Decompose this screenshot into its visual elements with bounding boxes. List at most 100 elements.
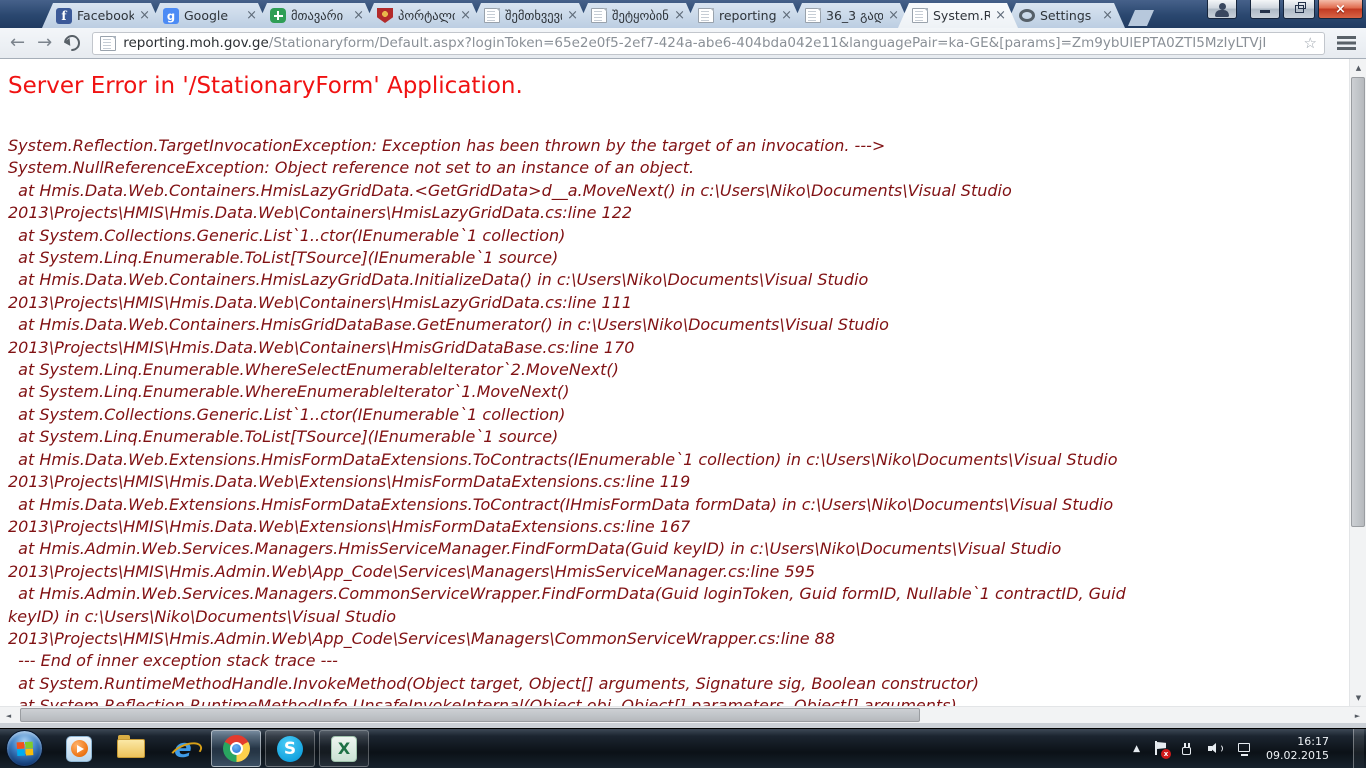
browser-window: f Facebook × g Google × მთავარი × პორტალ… (0, 0, 1366, 768)
close-button[interactable]: × (1318, 0, 1363, 19)
horizontal-scrollbar[interactable]: ◄ ► (0, 706, 1366, 723)
maximize-button[interactable] (1283, 0, 1315, 19)
profile-button[interactable] (1207, 0, 1237, 19)
tab-close-icon[interactable]: × (672, 9, 685, 22)
page-icon (591, 8, 607, 23)
show-desktop-button[interactable] (1353, 729, 1364, 769)
internet-explorer-icon: e (174, 736, 192, 762)
url-text: reporting.moh.gov.ge/Stationaryform/Defa… (123, 35, 1296, 51)
tab-label: შემთხვევის (505, 8, 562, 23)
restore-icon (1295, 5, 1304, 13)
tab-label: შეტყობინე (612, 8, 669, 23)
url-path: /Stationaryform/Default.aspx?loginToken=… (269, 35, 1267, 51)
tab-google[interactable]: g Google × (149, 3, 269, 28)
clock-date: 09.02.2015 (1266, 749, 1329, 763)
taskbar: e S X ▲ x 16:17 09.02.2015 (0, 728, 1366, 768)
page-icon (698, 8, 714, 23)
tab-label: Settings (1040, 8, 1097, 23)
tab-label: reporting.m (719, 8, 776, 23)
new-tab-button[interactable] (1128, 10, 1154, 26)
taskbar-clock[interactable]: 16:17 09.02.2015 (1266, 735, 1333, 763)
tab-shetqobine[interactable]: შეტყობინე × (577, 3, 697, 28)
vertical-scrollbar[interactable]: ▲ ▼ (1349, 59, 1366, 706)
url-domain: reporting.moh.gov.ge (123, 35, 269, 51)
tab-label: Facebook (77, 8, 134, 23)
chrome-menu-icon[interactable] (1337, 36, 1356, 50)
person-icon (1218, 3, 1226, 17)
vertical-scrollbar-thumb[interactable] (1351, 77, 1365, 527)
power-plug-icon[interactable] (1181, 743, 1194, 756)
minimize-icon (1260, 10, 1270, 13)
stack-trace: System.Reflection.TargetInvocationExcept… (8, 135, 1349, 706)
minimize-button[interactable] (1250, 0, 1280, 19)
scroll-down-icon[interactable]: ▼ (1350, 689, 1366, 706)
windows-logo-icon (16, 741, 33, 756)
address-bar[interactable]: reporting.moh.gov.ge/Stationaryform/Defa… (92, 32, 1325, 55)
tab-settings[interactable]: Settings × (1005, 3, 1125, 28)
tab-label: 36_3 გადა (826, 8, 883, 23)
page-viewport: Server Error in '/StationaryForm' Applic… (0, 59, 1349, 706)
back-button[interactable]: ← (10, 34, 25, 52)
horizontal-scrollbar-thumb[interactable] (20, 708, 920, 722)
page-icon (484, 8, 500, 23)
volume-wave (1217, 744, 1223, 753)
folder-icon (117, 739, 145, 758)
tab-close-icon[interactable]: × (1100, 9, 1113, 22)
start-button[interactable] (6, 730, 43, 767)
taskbar-item-internet-explorer[interactable]: e (157, 729, 209, 769)
tab-portali[interactable]: პორტალი × (363, 3, 483, 28)
bookmark-star-icon[interactable]: ☆ (1304, 34, 1317, 52)
tab-close-icon[interactable]: × (993, 9, 1006, 22)
georgia-emblem-icon (377, 8, 393, 23)
chrome-icon (223, 735, 250, 762)
tab-system-refl-active[interactable]: System.Refl × (898, 3, 1018, 28)
tab-reporting[interactable]: reporting.m × (684, 3, 804, 28)
network-icon[interactable] (1237, 742, 1252, 756)
health-cross-icon (270, 8, 286, 23)
scroll-right-icon[interactable]: ► (1349, 707, 1366, 724)
google-icon: g (163, 8, 179, 24)
action-center-flag-icon[interactable]: x (1154, 741, 1167, 756)
system-tray: ▲ x 16:17 09.02.2015 (1133, 729, 1366, 768)
taskbar-item-excel[interactable]: X (319, 730, 369, 767)
window-controls: × (1207, 0, 1363, 19)
taskbar-item-explorer[interactable] (105, 729, 157, 769)
tab-close-icon[interactable]: × (565, 9, 578, 22)
tab-close-icon[interactable]: × (779, 9, 792, 22)
tab-label: მთავარი (291, 8, 348, 23)
gear-icon (1019, 9, 1035, 22)
tab-close-icon[interactable]: × (458, 9, 471, 22)
show-hidden-icons-button[interactable]: ▲ (1133, 744, 1140, 754)
tab-36-3-gada[interactable]: 36_3 გადა × (791, 3, 911, 28)
taskbar-item-chrome[interactable] (211, 730, 261, 767)
media-player-icon (66, 736, 92, 762)
page-icon (912, 8, 928, 23)
taskbar-item-media-player[interactable] (53, 729, 105, 769)
tab-mtavari[interactable]: მთავარი × (256, 3, 376, 28)
tab-label: Google (184, 8, 241, 23)
action-center-error-badge: x (1161, 749, 1171, 759)
facebook-icon: f (56, 8, 72, 24)
tab-close-icon[interactable]: × (886, 9, 899, 22)
reload-button[interactable] (61, 32, 84, 55)
skype-icon: S (277, 736, 303, 762)
tab-close-icon[interactable]: × (137, 9, 150, 22)
page-icon (100, 36, 116, 51)
forward-button[interactable]: → (37, 34, 52, 52)
browser-toolbar: ← → reporting.moh.gov.ge/Stationaryform/… (0, 28, 1366, 59)
taskbar-item-skype[interactable]: S (265, 730, 315, 767)
tab-strip: f Facebook × g Google × მთავარი × პორტალ… (42, 3, 1154, 28)
volume-icon[interactable] (1208, 742, 1223, 755)
page-icon (805, 8, 821, 23)
excel-icon: X (331, 736, 357, 762)
tab-shemtkhvevis[interactable]: შემთხვევის × (470, 3, 590, 28)
tab-facebook[interactable]: f Facebook × (42, 3, 162, 28)
scroll-up-icon[interactable]: ▲ (1350, 59, 1366, 76)
tab-close-icon[interactable]: × (244, 9, 257, 22)
clock-time: 16:17 (1266, 735, 1329, 749)
tab-label: პორტალი (398, 8, 455, 23)
tab-close-icon[interactable]: × (351, 9, 364, 22)
scroll-left-icon[interactable]: ◄ (0, 707, 17, 724)
close-icon: × (1335, 2, 1346, 17)
titlebar: f Facebook × g Google × მთავარი × პორტალ… (0, 0, 1366, 28)
